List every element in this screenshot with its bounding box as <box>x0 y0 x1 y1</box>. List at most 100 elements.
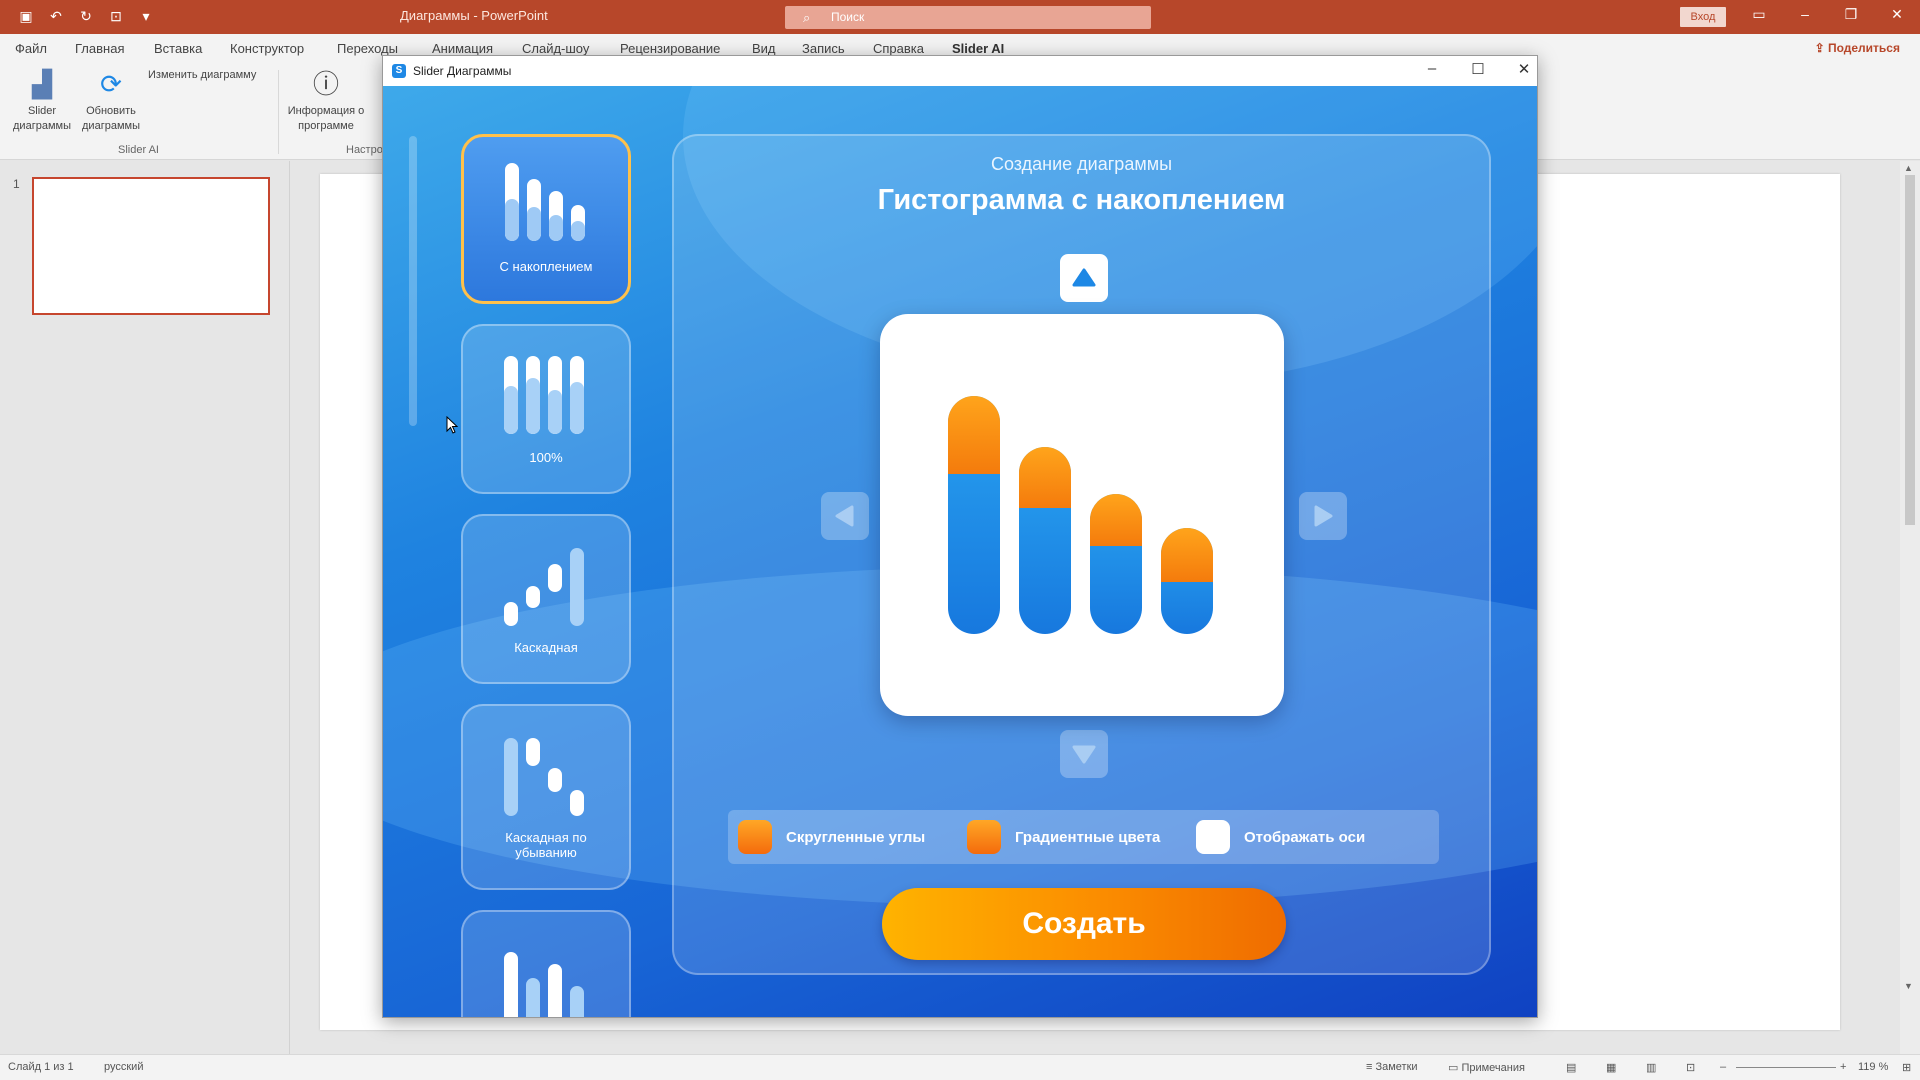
dialog-title: Slider Диаграммы <box>413 64 512 78</box>
signin-button[interactable]: Вход <box>1680 7 1726 27</box>
refresh-charts-button[interactable]: ⟳ Обновить диаграммы <box>78 68 144 134</box>
chart-list-scrollbar[interactable] <box>409 136 417 426</box>
gradient-colors-checkbox[interactable] <box>967 820 1001 854</box>
tab-transitions[interactable]: Переходы <box>337 41 398 56</box>
nav-up-button[interactable] <box>1060 254 1108 302</box>
edit-chart-label: Изменить диаграмму <box>148 69 257 81</box>
dialog-minimize-icon[interactable]: – <box>1417 60 1447 77</box>
search-input[interactable]: ⌕ Поиск <box>785 6 1151 29</box>
tab-insert[interactable]: Вставка <box>154 41 202 56</box>
slider-charts-button[interactable]: ▟ Slider диаграммы <box>8 68 76 134</box>
tab-slideshow[interactable]: Слайд-шоу <box>522 41 589 56</box>
search-placeholder: Поиск <box>831 10 865 24</box>
nav-right-button[interactable] <box>1299 492 1347 540</box>
card-label: Каскадная по убыванию <box>505 830 587 860</box>
triangle-up-icon <box>1072 268 1096 287</box>
chart-type-card-cascade-desc[interactable]: Каскадная по убыванию <box>461 704 631 890</box>
fit-slide-icon[interactable]: ⊞ <box>1902 1061 1911 1074</box>
save-icon[interactable]: ▣ <box>18 8 34 24</box>
scrollbar-thumb[interactable] <box>1905 175 1915 525</box>
slideshow-view-icon[interactable]: ⊡ <box>1686 1061 1695 1074</box>
tab-help[interactable]: Справка <box>873 41 924 56</box>
app-title: Диаграммы - PowerPoint <box>400 8 548 23</box>
slider-logo-icon: S <box>392 64 406 78</box>
tab-file[interactable]: Файл <box>15 41 47 56</box>
nav-down-button[interactable] <box>1060 730 1108 778</box>
close-icon[interactable]: ✕ <box>1882 6 1912 23</box>
dialog-maximize-icon[interactable]: ☐ <box>1463 60 1493 78</box>
sorter-view-icon[interactable]: ▦ <box>1606 1061 1616 1074</box>
slide-info: Слайд 1 из 1 <box>8 1061 74 1073</box>
status-bar: Слайд 1 из 1 русский ≡ Заметки ▭ Примеча… <box>0 1054 1920 1080</box>
show-axes-checkbox[interactable] <box>1196 820 1230 854</box>
create-button[interactable]: Создать <box>882 888 1286 960</box>
redo-icon[interactable]: ↻ <box>78 8 94 24</box>
zoom-slider[interactable] <box>1736 1067 1836 1068</box>
vertical-scrollbar[interactable]: ▲ ▼ <box>1900 161 1920 1054</box>
chart-type-card-100-percent[interactable]: 100% <box>461 324 631 494</box>
customize-qat-icon[interactable]: ▾ <box>138 8 154 24</box>
share-label: Поделиться <box>1827 41 1900 55</box>
triangle-right-icon <box>1314 505 1333 527</box>
about-label: Информация о программе <box>287 105 365 132</box>
option-show-axes[interactable]: Отображать оси <box>1196 820 1365 854</box>
scroll-up-icon[interactable]: ▲ <box>1904 163 1913 173</box>
reading-view-icon[interactable]: ▥ <box>1646 1061 1656 1074</box>
chart-type-card-cascade[interactable]: Каскадная <box>461 514 631 684</box>
tab-slider-ai[interactable]: Slider AI <box>952 41 1004 56</box>
comment-icon: ▭ <box>1448 1062 1462 1074</box>
cascade-desc-chart-icon <box>504 738 584 816</box>
rounded-corners-label: Скругленные углы <box>786 828 926 846</box>
options-bar: Скругленные углы Градиентные цвета Отобр… <box>728 810 1439 864</box>
refresh-icon: ⟳ <box>100 68 122 99</box>
share-button[interactable]: ⇪ Поделиться <box>1815 41 1900 55</box>
zoom-in-icon[interactable]: + <box>1840 1061 1846 1073</box>
minimize-icon[interactable]: – <box>1790 6 1820 22</box>
comments-button[interactable]: ▭ Примечания <box>1448 1061 1525 1074</box>
preview-bar <box>1161 528 1213 634</box>
app-title-bar: ▣ ↶ ↻ ⊡ ▾ Диаграммы - PowerPoint ⌕ Поиск… <box>0 0 1920 34</box>
slide-thumbnail[interactable] <box>32 177 270 315</box>
chart-type-card-stacked[interactable]: С накоплением <box>461 134 631 304</box>
triangle-left-icon <box>835 505 854 527</box>
notes-button[interactable]: ≡ Заметки <box>1366 1061 1418 1073</box>
option-gradient-colors[interactable]: Градиентные цвета <box>967 820 1160 854</box>
share-icon: ⇪ <box>1814 41 1828 55</box>
nav-left-button[interactable] <box>821 492 869 540</box>
present-icon[interactable]: ⊡ <box>108 8 124 24</box>
ribbon-separator <box>278 70 279 154</box>
bar-chart-icon <box>504 952 584 1017</box>
tab-design[interactable]: Конструктор <box>230 41 304 56</box>
stacked-chart-icon <box>505 163 585 241</box>
ribbon-group2-label: Настро <box>346 144 383 156</box>
tab-animations[interactable]: Анимация <box>432 41 493 56</box>
search-icon: ⌕ <box>803 10 811 25</box>
dialog-title-bar: S Slider Диаграммы – ☐ ✕ <box>383 56 1537 86</box>
restore-icon[interactable]: ❐ <box>1836 6 1866 23</box>
tab-record[interactable]: Запись <box>802 41 845 56</box>
tab-view[interactable]: Вид <box>752 41 776 56</box>
quick-access-toolbar: ▣ ↶ ↻ ⊡ ▾ <box>18 8 154 24</box>
preview-bar <box>1019 447 1071 634</box>
language[interactable]: русский <box>104 1061 143 1073</box>
tab-home[interactable]: Главная <box>75 41 124 56</box>
dialog-close-icon[interactable]: ✕ <box>1509 60 1539 78</box>
chart-preview-panel: Создание диаграммы Гистограмма с накопле… <box>672 134 1491 975</box>
about-button[interactable]: ⓘ Информация о программе <box>286 68 366 134</box>
normal-view-icon[interactable]: ▤ <box>1566 1061 1576 1074</box>
ribbon-group-label: Slider AI <box>118 144 159 156</box>
comments-label: Примечания <box>1461 1062 1525 1074</box>
option-rounded-corners[interactable]: Скругленные углы <box>738 820 925 854</box>
zoom-level[interactable]: 119 % <box>1858 1061 1888 1073</box>
zoom-out-icon[interactable]: – <box>1720 1061 1726 1073</box>
ribbon-display-icon[interactable]: ▭ <box>1744 6 1774 23</box>
rounded-corners-checkbox[interactable] <box>738 820 772 854</box>
undo-icon[interactable]: ↶ <box>48 8 64 24</box>
tab-review[interactable]: Рецензирование <box>620 41 720 56</box>
edit-chart-button[interactable]: Изменить диаграмму <box>148 68 272 83</box>
triangle-down-icon <box>1072 745 1096 764</box>
stacked-chart-preview <box>948 396 1213 634</box>
chart-type-card-next[interactable] <box>461 910 631 1017</box>
scroll-down-icon[interactable]: ▼ <box>1904 981 1913 991</box>
card-label: С накоплением <box>499 259 593 274</box>
